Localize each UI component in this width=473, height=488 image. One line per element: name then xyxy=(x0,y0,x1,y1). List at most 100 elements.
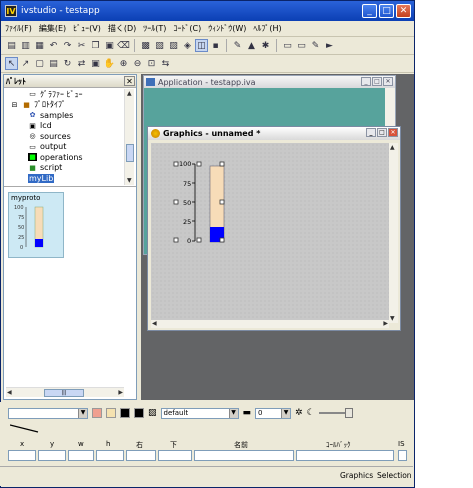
samples-icon: ✿ xyxy=(29,111,36,120)
graphics-window[interactable]: Graphics - unnamed * _ □ ✕ 100 75 50 25 … xyxy=(147,126,401,331)
minimize-button[interactable]: _ xyxy=(362,4,377,18)
gauge-object[interactable]: 100 75 50 25 0 xyxy=(151,143,389,323)
y-field[interactable] xyxy=(38,450,66,461)
open-icon[interactable]: ▥ xyxy=(19,39,32,52)
save-icon[interactable]: ▦ xyxy=(33,39,46,52)
h-field[interactable] xyxy=(96,450,124,461)
x-field[interactable] xyxy=(8,450,36,461)
menu-help[interactable]: ﾍﾙﾌﾟ(H) xyxy=(253,23,281,34)
image-icon[interactable]: ▣ xyxy=(89,57,102,70)
tree-item-lcd[interactable]: ▣ lcd xyxy=(6,121,124,132)
expand-icon[interactable]: ⊟ xyxy=(10,101,19,109)
menu-draw[interactable]: 描く(D) xyxy=(108,23,136,34)
fit-icon[interactable]: ⊡ xyxy=(145,57,158,70)
menu-tools[interactable]: ﾂｰﾙ(T) xyxy=(143,23,166,34)
fill-color-swatch[interactable] xyxy=(120,408,130,418)
line-style-combo[interactable]: default ▼ xyxy=(160,407,239,419)
ungroup-icon[interactable]: ▨ xyxy=(167,39,180,52)
moon-icon[interactable]: ☾ xyxy=(307,408,315,418)
cut-icon[interactable]: ✂ xyxy=(75,39,88,52)
zoom-out-icon[interactable]: ⊖ xyxy=(131,57,144,70)
status-selection: Selection xyxy=(377,471,412,480)
copy-icon[interactable]: ❐ xyxy=(89,39,102,52)
line-width-combo[interactable]: 0 ▼ xyxy=(255,407,292,419)
link-icon[interactable]: ⇄ xyxy=(75,57,88,70)
pattern-swatch[interactable] xyxy=(134,408,144,418)
graphics-hscrollbar[interactable]: ◀ ▶ xyxy=(151,320,389,328)
font-combo[interactable]: ▼ xyxy=(8,407,88,419)
app-maximize-button[interactable]: □ xyxy=(372,77,382,86)
tree-item-mylib[interactable]: myLib xyxy=(6,173,124,184)
menu-code[interactable]: ｺｰﾄﾞ(C) xyxy=(173,23,201,34)
redo-icon[interactable]: ↷ xyxy=(61,39,74,52)
layers-icon[interactable]: ◈ xyxy=(181,39,194,52)
prototype-folder-icon: ■ xyxy=(23,100,30,109)
maximize-button[interactable]: □ xyxy=(379,4,394,18)
foreground-color-swatch[interactable] xyxy=(92,408,102,418)
palette-tree-scrollbar[interactable]: ▲ ▼ xyxy=(124,89,134,185)
gfx-maximize-button[interactable]: □ xyxy=(377,128,387,137)
grid-icon[interactable]: ▩ xyxy=(139,39,152,52)
run-icon[interactable]: ► xyxy=(323,39,336,52)
pointer-icon[interactable]: ↖ xyxy=(5,57,18,70)
paste-icon[interactable]: ▣ xyxy=(103,39,116,52)
tree-item-script[interactable]: ■ script xyxy=(6,163,124,174)
menu-file[interactable]: ﾌｧｲﾙ(F) xyxy=(5,23,32,34)
debug-icon[interactable]: ✱ xyxy=(259,39,272,52)
panel2-icon[interactable]: ▭ xyxy=(295,39,308,52)
tree-item-operations[interactable]: ■ operations xyxy=(6,152,124,163)
application-window-title: Application - testapp.iva _ □ ✕ xyxy=(144,76,395,88)
hatch-pattern-icon[interactable]: ▨ xyxy=(148,408,157,418)
menu-window[interactable]: ｳｨﾝﾄﾞｳ(W) xyxy=(208,23,246,34)
app-close-button[interactable]: ✕ xyxy=(383,77,393,86)
name-field[interactable] xyxy=(194,450,294,461)
right-field[interactable] xyxy=(126,450,156,461)
panel-icon[interactable]: ▭ xyxy=(281,39,294,52)
rotate-icon[interactable]: ↻ xyxy=(61,57,74,70)
undo-icon[interactable]: ↶ xyxy=(47,39,60,52)
connect-icon[interactable]: ⇆ xyxy=(159,57,172,70)
palette-hscrollbar[interactable]: ◀ ||| ▶ xyxy=(6,387,124,397)
group-icon[interactable]: ▧ xyxy=(153,39,166,52)
tree-item-samples[interactable]: ✿ samples xyxy=(6,110,124,121)
hand-icon[interactable]: ✋ xyxy=(103,57,116,70)
gfx-minimize-button[interactable]: _ xyxy=(366,128,376,137)
graphics-vscrollbar[interactable]: ▲ ▼ xyxy=(389,143,398,323)
edit-icon[interactable]: ✎ xyxy=(231,39,244,52)
w-field[interactable] xyxy=(68,450,94,461)
menu-view[interactable]: ﾋﾞｭｰ(V) xyxy=(73,23,101,34)
callback-field[interactable] xyxy=(296,450,394,461)
select-view-icon[interactable]: ◫ xyxy=(195,39,208,52)
menu-edit[interactable]: 編集(E) xyxy=(39,23,66,34)
pointer2-icon[interactable]: ↗ xyxy=(19,57,32,70)
label-x: x xyxy=(20,440,25,448)
layer-select-icon[interactable]: ▤ xyxy=(47,57,60,70)
graphics-canvas[interactable]: 100 75 50 25 0 xyxy=(151,143,389,323)
size-slider[interactable] xyxy=(318,408,357,418)
close-button[interactable]: ✕ xyxy=(396,4,411,18)
background-color-swatch[interactable] xyxy=(106,408,116,418)
ivstudio-icon: IV xyxy=(5,5,17,17)
line-preview xyxy=(10,424,39,433)
puzzle-icon[interactable]: ✲ xyxy=(295,408,303,418)
tree-item-output[interactable]: ▭ output xyxy=(6,142,124,153)
bottom-field[interactable] xyxy=(158,450,192,461)
is-checkbox[interactable] xyxy=(398,450,407,461)
script-tool-icon[interactable]: ✎ xyxy=(309,39,322,52)
line-icon[interactable]: ▬ xyxy=(243,408,252,418)
palette-close-button[interactable]: ✕ xyxy=(124,76,135,86)
app-minimize-button[interactable]: _ xyxy=(361,77,371,86)
delete-icon[interactable]: ⌫ xyxy=(117,39,130,52)
warning-icon[interactable]: ▲ xyxy=(245,39,258,52)
tree-item-prototypes[interactable]: ⊟ ■ ﾌﾟﾛﾄﾀｲﾌﾟ xyxy=(6,100,124,111)
tree-item-graph-view[interactable]: ▭ ｸﾞﾗﾌｧｰ ﾋﾞｭｰ xyxy=(6,89,124,100)
zoom-in-icon[interactable]: ⊕ xyxy=(117,57,130,70)
prototype-item-myproto[interactable]: myproto 100 75 50 25 0 xyxy=(8,192,64,258)
properties-icon[interactable]: ▪ xyxy=(209,39,222,52)
gauge-tick-25: 25 xyxy=(183,218,191,226)
tree-item-sources[interactable]: ◎ sources xyxy=(6,131,124,142)
new-icon[interactable]: ▤ xyxy=(5,39,18,52)
gfx-close-button[interactable]: ✕ xyxy=(388,128,398,137)
output-icon: ▭ xyxy=(29,142,36,151)
rect-select-icon[interactable]: ▢ xyxy=(33,57,46,70)
